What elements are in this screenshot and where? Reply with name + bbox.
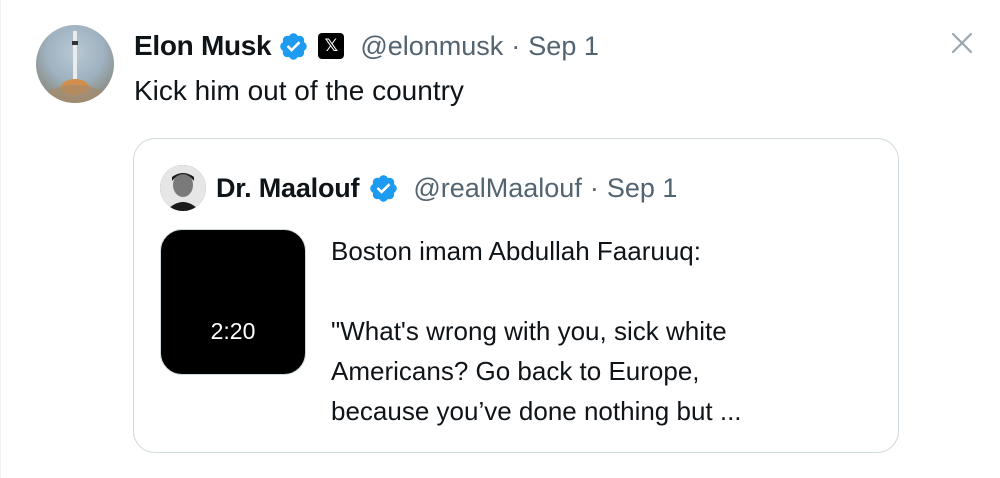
author-handle[interactable]: @elonmusk (360, 31, 503, 62)
quoted-text-line: because you’ve done nothing but ... (331, 396, 742, 426)
quoted-text-line: "What's wrong with you, sick white (331, 316, 727, 346)
rocket-launch-avatar-image (47, 31, 103, 103)
tweet-text: Kick him out of the country (134, 75, 464, 106)
quoted-text-line: Americans? Go back to Europe, (331, 356, 700, 386)
quoted-author-name[interactable]: Dr. Maalouf (216, 173, 360, 204)
video-thumbnail[interactable]: 2:20 (160, 229, 306, 375)
close-icon (951, 32, 973, 54)
avatar[interactable] (36, 25, 114, 103)
separator-dot: · (511, 30, 521, 61)
quoted-tweet[interactable]: Dr. Maalouf @realMaalouf · Sep 1 2:20 Bo… (133, 138, 899, 453)
x-affiliate-badge-icon: 𝕏 (318, 33, 345, 59)
separator-dot: · (589, 172, 599, 203)
quoted-tweet-header: Dr. Maalouf @realMaalouf · Sep 1 (216, 169, 677, 207)
close-button[interactable] (946, 27, 978, 59)
quoted-tweet-text: Boston imam Abdullah Faaruuq: "What's wr… (331, 231, 876, 431)
quoted-tweet-date[interactable]: Sep 1 (607, 173, 678, 204)
tweet-date[interactable]: Sep 1 (528, 31, 599, 62)
verified-badge-icon (370, 174, 398, 202)
portrait-avatar-image (160, 165, 206, 211)
quoted-author-avatar[interactable] (160, 165, 206, 211)
author-name[interactable]: Elon Musk (134, 30, 272, 62)
quoted-text-line: Boston imam Abdullah Faaruuq: (331, 236, 701, 266)
video-duration: 2:20 (210, 318, 256, 344)
quoted-text-line (331, 271, 876, 311)
tweet-header: Elon Musk 𝕏 @elonmusk · Sep 1 (134, 26, 599, 66)
quoted-author-handle[interactable]: @realMaalouf (413, 173, 582, 204)
tweet-card: Elon Musk 𝕏 @elonmusk · Sep 1 Kick him o… (0, 0, 1000, 478)
verified-badge-icon (280, 32, 308, 60)
